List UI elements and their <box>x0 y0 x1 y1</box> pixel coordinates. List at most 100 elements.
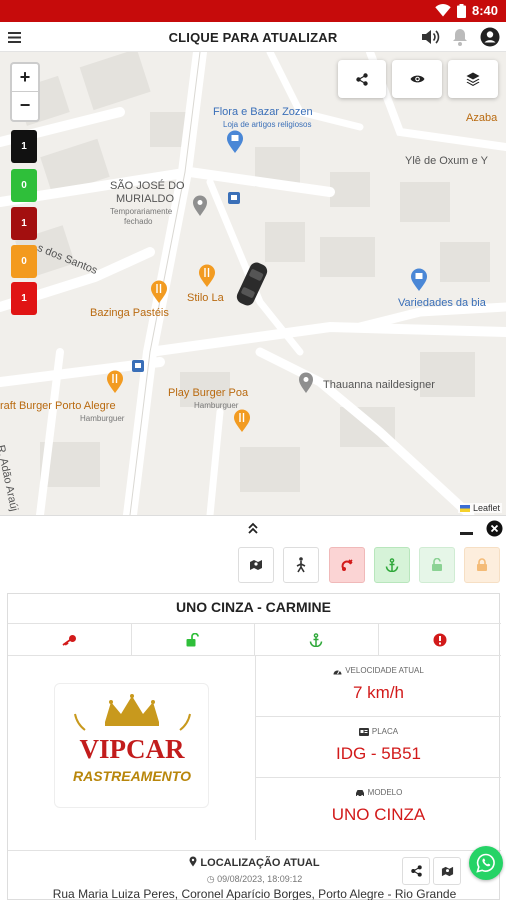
shop-pin-icon[interactable] <box>226 130 244 154</box>
engine-off-icon <box>341 559 353 571</box>
place-label: Variedades da bia <box>398 297 486 309</box>
map-attribution[interactable]: Leaflet <box>458 503 502 513</box>
anchor-status <box>255 624 379 655</box>
block-engine-button[interactable] <box>329 547 365 583</box>
place-label: Stilo La <box>187 292 224 304</box>
share-icon <box>356 72 368 86</box>
status-bar: 8:40 <box>0 0 506 22</box>
unlock-button[interactable] <box>419 547 455 583</box>
counter-badge[interactable]: 1 <box>11 207 37 240</box>
map-pin-icon <box>250 560 262 570</box>
route-button[interactable] <box>283 547 319 583</box>
vehicle-name: UNO CINZA - CARMINE <box>175 599 332 615</box>
lock-status <box>132 624 255 655</box>
counter-badge[interactable]: 0 <box>11 169 37 202</box>
open-map-button[interactable] <box>433 857 461 885</box>
clock-icon: ◷ <box>206 874 215 884</box>
counter-badge[interactable]: 1 <box>11 282 37 315</box>
app-bar: CLIQUE PARA ATUALIZAR <box>0 22 506 52</box>
place-label: Play Burger Poa <box>168 387 249 399</box>
layers-button[interactable] <box>448 60 498 98</box>
lock-icon <box>477 558 487 571</box>
place-sublabel: Hamburguer <box>80 414 125 423</box>
bus-stop-icon <box>132 360 144 372</box>
plate-info: PLACA IDG - 5B51 <box>255 717 501 778</box>
place-label: raft Burger Porto Alegre <box>0 400 116 412</box>
model-value: UNO CINZA <box>331 805 426 824</box>
place-sublabel: Loja de artigos religiosos <box>223 120 312 129</box>
place-label: Flora e Bazar Zozen <box>213 106 313 118</box>
crown-icon: VIPCAR RASTREAMENTO <box>69 694 196 785</box>
church-pin-icon[interactable] <box>192 195 208 217</box>
anchor-button[interactable] <box>374 547 410 583</box>
speed-info: VELOCIDADE ATUAL 7 km/h <box>255 656 501 717</box>
minimize-icon[interactable] <box>460 532 473 535</box>
map-pin-icon <box>441 866 453 876</box>
lock-button[interactable] <box>464 547 500 583</box>
action-bar <box>0 541 506 591</box>
place-sublabel: Temporariamente <box>110 207 173 216</box>
restaurant-pin-icon[interactable] <box>233 409 251 433</box>
chevron-double-up-icon[interactable] <box>248 522 258 534</box>
status-time: 8:40 <box>471 3 498 18</box>
share-icon <box>410 865 422 877</box>
key-icon <box>62 634 77 646</box>
ignition-status <box>8 624 132 655</box>
location-address: Rua Maria Luiza Peres, Coronel Aparício … <box>52 887 457 900</box>
id-card-icon <box>358 727 369 736</box>
sheet-handle[interactable] <box>0 515 506 541</box>
speedometer-icon <box>333 669 342 674</box>
map-view[interactable]: Flora e Bazar Zozen Loja de artigos reli… <box>0 52 506 515</box>
anchor-icon <box>310 632 323 647</box>
restaurant-pin-icon[interactable] <box>150 280 168 304</box>
account-icon[interactable] <box>480 27 500 47</box>
alert-icon <box>433 633 447 646</box>
share-location-button[interactable] <box>402 857 430 885</box>
logo-sub-text: RASTREAMENTO <box>73 768 191 784</box>
alert-status <box>379 624 502 655</box>
location-timestamp: 09/08/2023, 18:09:12 <box>217 874 303 884</box>
eye-icon <box>410 75 424 83</box>
bell-icon[interactable] <box>452 28 468 46</box>
whatsapp-icon <box>476 853 495 873</box>
logo-brand-text: VIPCAR <box>80 734 185 764</box>
restaurant-pin-icon[interactable] <box>198 264 216 288</box>
place-label: Bazinga Pastéis <box>90 307 169 319</box>
restaurant-pin-icon[interactable] <box>106 370 124 394</box>
zoom-out-button[interactable]: − <box>12 92 38 120</box>
flag-icon <box>460 505 471 513</box>
whatsapp-button[interactable] <box>469 846 503 880</box>
volume-icon[interactable] <box>420 28 440 46</box>
visibility-button[interactable] <box>392 60 442 98</box>
speed-value: 7 km/h <box>352 683 405 702</box>
zoom-control: + − <box>10 62 40 122</box>
vehicle-car-icon[interactable] <box>232 258 272 310</box>
share-map-button[interactable] <box>338 60 386 98</box>
location-section: LOCALIZAÇÃO ATUAL ◷ 09/08/2023, 18:09:12… <box>8 850 501 900</box>
place-label: Azaba <box>466 112 498 124</box>
vehicle-card: UNO CINZA - CARMINE VIPCAR RASTREAMENTO <box>7 593 501 900</box>
unlock-icon <box>432 558 442 571</box>
place-sublabel: fechado <box>124 217 153 226</box>
vipcar-logo: VIPCAR RASTREAMENTO <box>54 683 209 808</box>
vehicle-status-row <box>8 623 501 656</box>
battery-icon <box>456 3 466 18</box>
walk-icon <box>296 557 306 573</box>
map-view-button[interactable] <box>238 547 274 583</box>
place-label: SÃO JOSÉ DO <box>110 180 185 192</box>
place-label: Thauanna naildesigner <box>323 379 435 391</box>
anchor-icon <box>385 558 399 572</box>
counter-badge[interactable]: 1 <box>11 130 37 163</box>
place-pin-icon[interactable] <box>298 372 314 394</box>
model-info: MODELO UNO CINZA <box>255 778 501 840</box>
car-icon <box>355 789 364 797</box>
plate-value: IDG - 5B51 <box>335 744 422 763</box>
location-heading: LOCALIZAÇÃO ATUAL <box>200 857 320 869</box>
zoom-in-button[interactable]: + <box>12 64 38 92</box>
unlock-icon <box>186 632 200 646</box>
counter-badge[interactable]: 0 <box>11 245 37 278</box>
shop-pin-icon[interactable] <box>410 268 428 292</box>
close-icon[interactable] <box>486 520 503 537</box>
layers-icon <box>466 72 480 86</box>
place-label: MURIALDO <box>116 193 175 205</box>
